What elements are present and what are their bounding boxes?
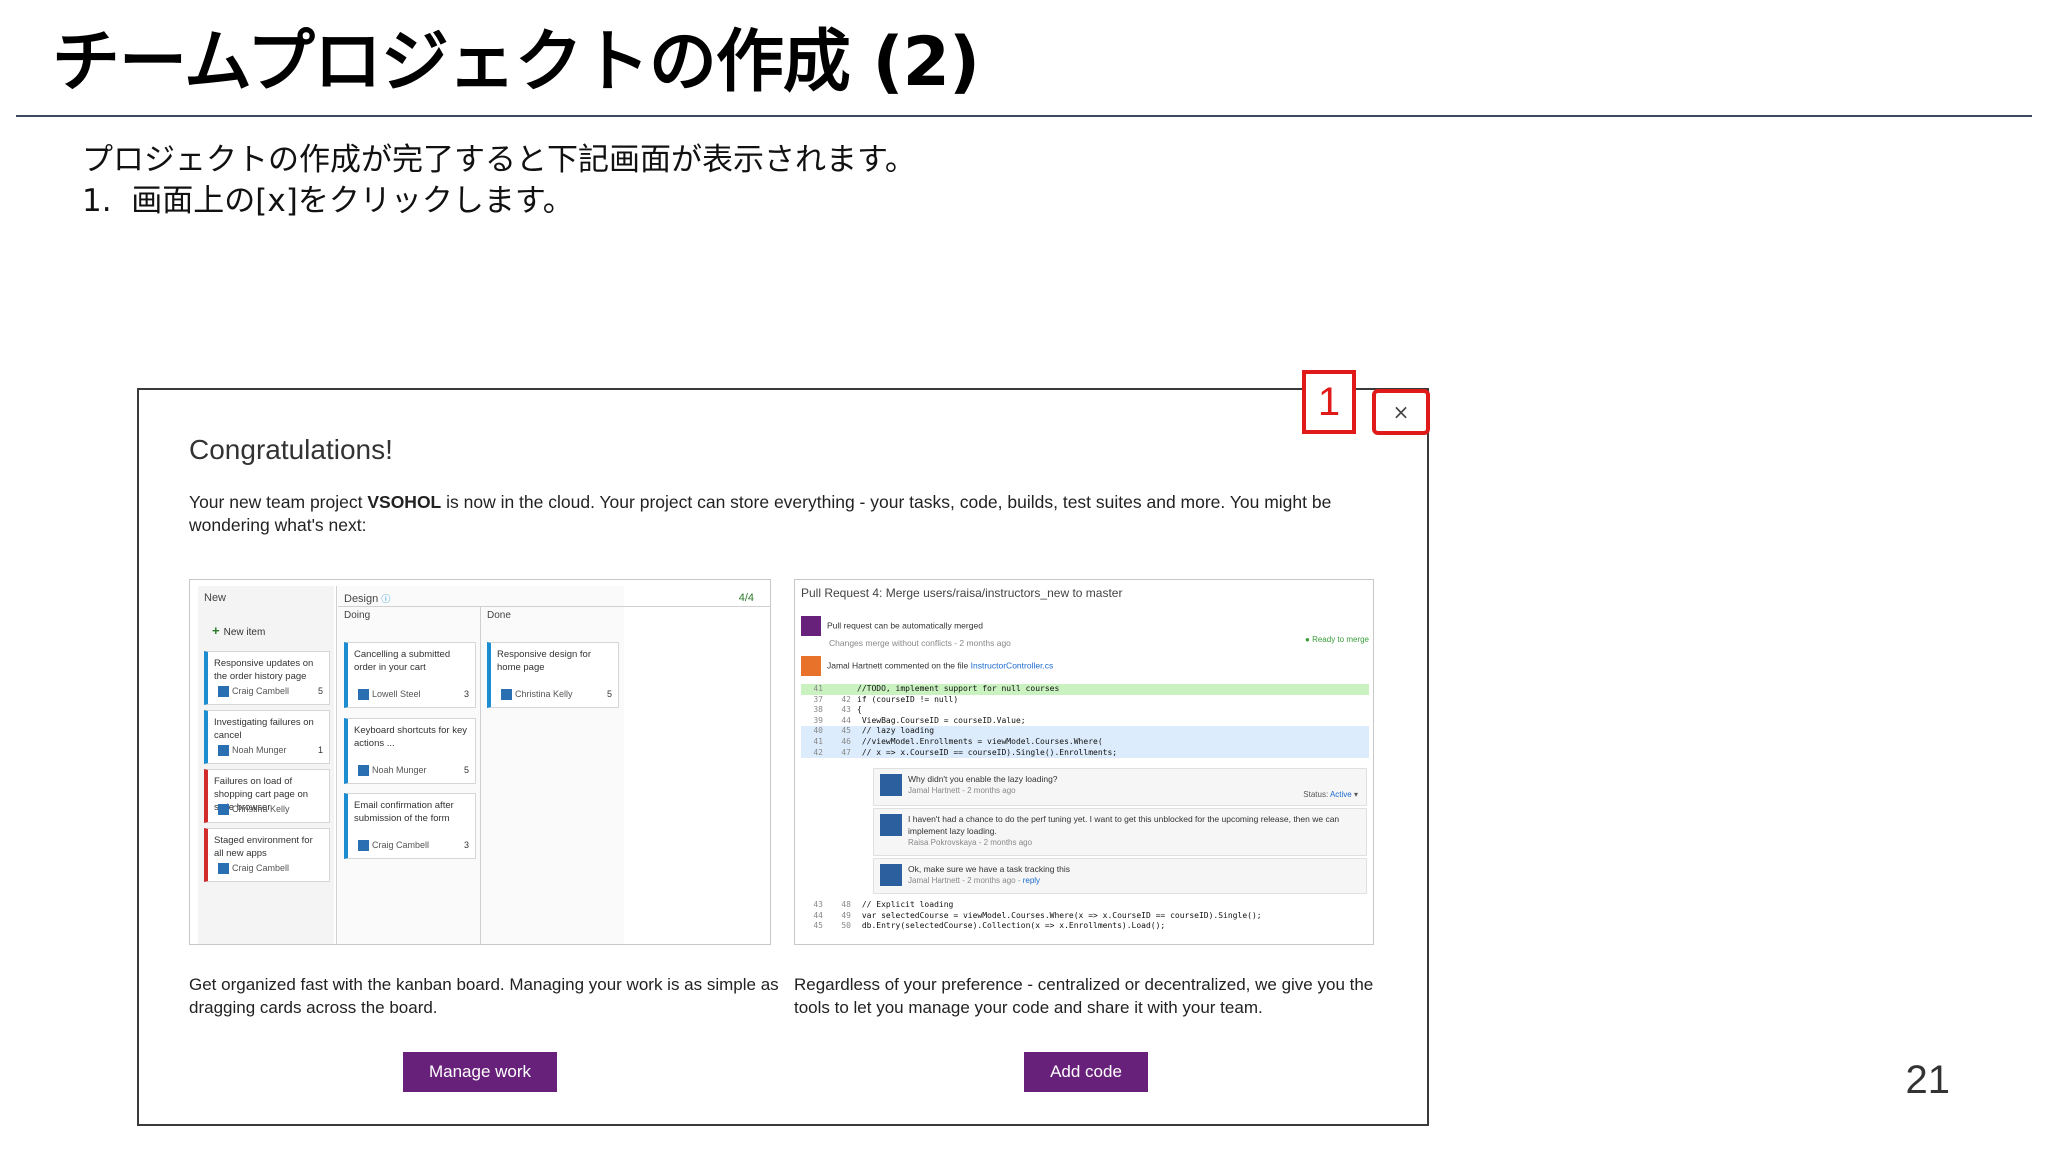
column-header-design: Design ⓘ — [344, 593, 391, 605]
kanban-card[interactable]: Responsive updates on the order history … — [204, 651, 330, 705]
instruction-line: プロジェクトの作成が完了すると下記画面が表示されます。 — [82, 142, 916, 178]
kanban-card[interactable]: Failures on load of shopping cart page o… — [204, 769, 330, 823]
congratulations-dialog: Congratulations! Your new team project V… — [137, 388, 1429, 1126]
code-line: 42 47 // x => x.CourseID == courseID).Sin… — [801, 747, 1369, 759]
code-diff: 41//TODO, implement support for null cou… — [801, 684, 1369, 759]
avatar — [218, 804, 229, 815]
kanban-card[interactable]: Keyboard shortcuts for key actions ... No… — [344, 718, 476, 784]
code-line: 38 43{ — [813, 705, 862, 715]
subcolumn-done: Done — [487, 610, 511, 621]
check-icon: ● — [1305, 635, 1310, 644]
avatar — [218, 686, 229, 697]
project-name: VSOHOL — [367, 492, 442, 512]
close-icon: × — [1392, 400, 1410, 424]
comment-thread-item[interactable]: I haven't had a chance to do the perf tu… — [873, 808, 1367, 856]
pull-request-preview: Pull Request 4: Merge users/raisa/instru… — [794, 579, 1374, 945]
pr-title: Pull Request 4: Merge users/raisa/instru… — [801, 586, 1123, 600]
avatar — [358, 765, 369, 776]
dialog-intro: Your new team project VSOHOL is now in t… — [189, 492, 1332, 535]
status-dropdown[interactable]: Status: Active ▾ — [1303, 789, 1358, 801]
instructions: プロジェクトの作成が完了すると下記画面が表示されます。 1. 画面上の[x]をク… — [82, 140, 916, 222]
kanban-card[interactable]: Staged environment for all new apps Craig… — [204, 828, 330, 882]
code-line: 40 45 // lazy loading — [801, 726, 1369, 737]
kanban-column-new — [198, 586, 334, 944]
comment-thread-item[interactable]: Why didn't you enable the lazy loading? J… — [873, 768, 1367, 806]
file-link[interactable]: InstructorController.cs — [971, 660, 1054, 670]
merge-icon — [801, 616, 821, 636]
code-description: Regardless of your preference - centrali… — [794, 975, 1374, 1017]
code-line: 37 42 if (courseID != null) — [813, 694, 959, 704]
code-line: 39 44 ViewBag.CourseID = courseID.Value; — [813, 715, 1026, 725]
title-divider — [16, 115, 2032, 117]
code-line: 41//TODO, implement support for null cou… — [801, 684, 1369, 695]
slide-title: チームプロジェクトの作成 (2) — [52, 23, 980, 102]
code-line: 43 48 // Explicit loading — [813, 900, 954, 909]
avatar — [501, 689, 512, 700]
kanban-card[interactable]: Email confirmation after submission of t… — [344, 793, 476, 859]
manage-work-button[interactable]: Manage work — [403, 1052, 557, 1092]
close-button[interactable]: × — [1372, 389, 1430, 435]
kanban-preview: New Design ⓘ 4/4 Doing Done + New item Re… — [189, 579, 771, 945]
code-line: 41 46 //viewModel.Enrollments = viewModel… — [801, 736, 1369, 748]
code-line: 45 50 db.Entry(selectedCourse).Collection… — [813, 921, 1166, 931]
avatar — [358, 689, 369, 700]
column-divider — [336, 586, 337, 944]
instruction-step: 1. 画面上の[x]をクリックします。 — [82, 183, 574, 219]
column-divider — [480, 606, 481, 944]
callout-step-number: 1 — [1302, 370, 1356, 434]
subcolumn-divider — [338, 606, 770, 607]
page-number: 21 — [1905, 1058, 1951, 1102]
info-icon: ⓘ — [381, 594, 391, 604]
kanban-card[interactable]: Responsive design for home page Christina… — [487, 642, 619, 708]
subcolumn-doing: Doing — [344, 610, 371, 621]
comment-thread-item[interactable]: Ok, make sure we have a task tracking th… — [873, 858, 1367, 894]
column-count: 4/4 — [738, 592, 754, 604]
avatar — [218, 745, 229, 756]
new-item-button[interactable]: + New item — [212, 623, 265, 638]
kanban-card[interactable]: Investigating failures on cancel Noah Mun… — [204, 710, 330, 764]
dialog-title: Congratulations! — [189, 434, 393, 465]
avatar — [880, 774, 902, 796]
comment-icon — [801, 656, 821, 676]
column-header-new: New — [204, 592, 227, 604]
avatar — [358, 840, 369, 851]
ready-to-merge-badge: ● Ready to merge — [1305, 635, 1369, 644]
reply-link[interactable]: reply — [1023, 876, 1040, 885]
kanban-card[interactable]: Cancelling a submitted order in your car… — [344, 642, 476, 708]
add-code-button[interactable]: Add code — [1024, 1052, 1148, 1092]
avatar — [880, 864, 902, 886]
code-line: 44 49 var selectedCourse = viewModel.Cour… — [813, 910, 1262, 920]
avatar — [218, 863, 229, 874]
avatar — [880, 814, 902, 836]
plus-icon: + — [212, 623, 220, 638]
code-diff: 43 48 // Explicit loading 44 49 var select… — [801, 900, 1369, 932]
kanban-description: Get organized fast with the kanban board… — [189, 975, 779, 1017]
